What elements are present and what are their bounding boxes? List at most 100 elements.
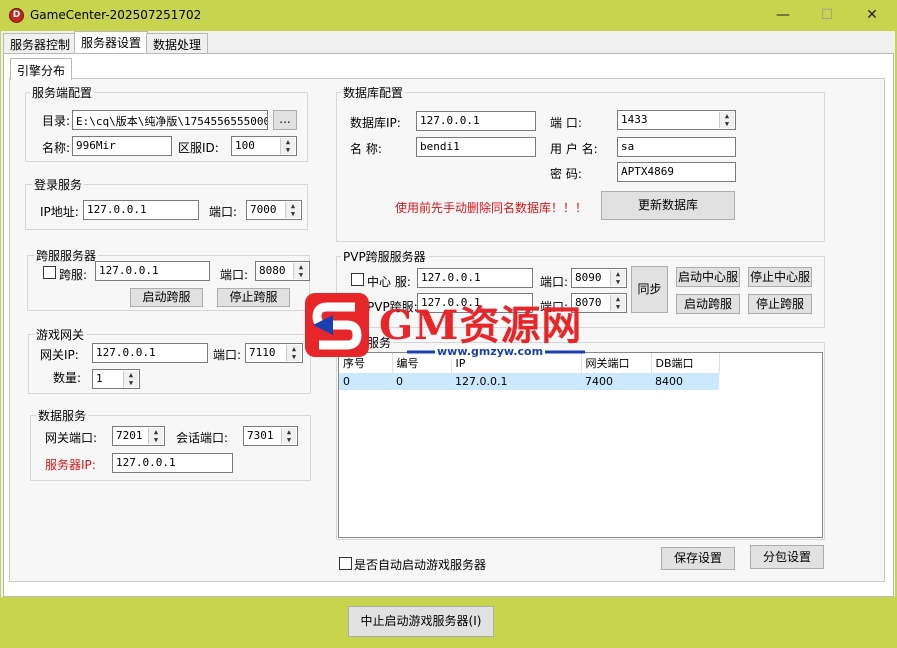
spin-arrows-icon[interactable]: ▲ ▼ [719,112,734,128]
cross-checkbox[interactable] [43,266,56,279]
table-row[interactable]: 0 0 127.0.0.1 7400 8400 [339,373,719,390]
auto-start-label: 是否自动启动游戏服务器 [354,558,487,572]
cross-check-label: 跨服: [59,268,88,282]
server-ip-input[interactable]: 127.0.0.1 [112,453,233,473]
subtab-engine-distribution[interactable]: 引擎分布 [10,58,73,80]
login-title: 登录服务 [32,176,85,193]
cross-port-value: 8080 [259,264,286,277]
dir-label: 目录: [42,114,71,128]
cross-port-stepper[interactable]: 8080 ▲ ▼ [255,261,310,281]
db-port-label: 端 口: [550,116,582,130]
login-ip-input[interactable]: 127.0.0.1 [83,200,199,220]
spin-arrows-icon[interactable]: ▲ ▼ [293,263,308,279]
dir-input[interactable]: E:\cq\版本\纯净版\1754556555000_ [72,110,268,130]
zone-stepper[interactable]: 100 ▲ ▼ [231,136,297,156]
table-cell: 8400 [651,373,719,390]
db-port-stepper[interactable]: 1433 ▲ ▼ [617,110,736,130]
gateway-count-stepper[interactable]: 1 ▲ ▼ [92,369,140,389]
table-cell: 127.0.0.1 [451,373,581,390]
server-ip-label: 服务器IP: [45,458,96,472]
db-name-label: 名 称: [350,142,382,156]
save-settings-button[interactable]: 保存设置 [661,547,735,570]
update-database-button[interactable]: 更新数据库 [601,191,735,220]
db-user-label: 用 户 名: [550,142,598,156]
zone-value: 100 [235,139,255,152]
watermark-text: GM资源网 [379,302,583,349]
stop-pvp-cross-button[interactable]: 停止跨服 [748,294,812,314]
db-pwd-input[interactable]: APTX4869 [617,162,736,182]
minimize-icon[interactable]: — [768,4,798,26]
auto-start-checkbox[interactable] [339,557,352,570]
name-input[interactable]: 996Mir [72,136,172,156]
gateway-port-label: 端口: [213,348,242,362]
center-port-value: 8090 [575,271,602,284]
start-cross-button[interactable]: 启动跨服 [130,288,203,307]
pvp-title: PVP跨服服务器 [341,248,428,265]
engine-list[interactable]: 序号 编号 IP 网关端口 DB端口 0 0 127.0.0.1 7400 84… [338,352,823,538]
spin-arrows-icon[interactable]: ▲ ▼ [148,428,163,444]
zone-label: 区服ID: [178,141,219,155]
split-settings-button[interactable]: 分包设置 [750,545,824,569]
start-pvp-cross-button[interactable]: 启动跨服 [676,294,740,314]
tab-server-control[interactable]: 服务器控制 [3,33,78,53]
center-ip-input[interactable]: 127.0.0.1 [417,268,533,288]
gateway-port-value: 7110 [249,346,276,359]
db-user-input[interactable]: sa [617,137,736,157]
app-icon: D [9,8,24,23]
browse-button[interactable]: ... [273,110,297,130]
gateway-port-stepper[interactable]: 7110 ▲ ▼ [245,343,303,363]
spin-arrows-icon[interactable]: ▲ ▼ [123,371,138,387]
cross-port-label: 端口: [220,268,249,282]
login-port-stepper[interactable]: 7000 ▲ ▼ [246,200,302,220]
cross-ip-input[interactable]: 127.0.0.1 [95,261,210,281]
window-title: GameCenter-202507251702 [30,8,202,22]
tab-data-processing[interactable]: 数据处理 [146,33,209,53]
db-warning: 使用前先手动删除同名数据库！！！ [395,201,588,215]
spin-arrows-icon[interactable]: ▲ ▼ [286,345,301,361]
watermark-url: www.gmzyw.com [435,345,546,358]
stop-game-server-button[interactable]: 中止启动游戏服务器(I) [348,606,494,637]
gateway-count-value: 1 [96,372,103,385]
stop-cross-button[interactable]: 停止跨服 [217,288,290,307]
stop-center-button[interactable]: 停止中心服 [748,267,812,287]
spin-arrows-icon[interactable]: ▲ ▼ [281,428,296,444]
start-center-button[interactable]: 启动中心服 [676,267,740,287]
login-port-value: 7000 [250,203,277,216]
center-port-label: 端口: [540,275,569,289]
gw-port-value: 7201 [116,429,143,442]
gateway-title: 游戏网关 [34,326,87,343]
center-label: 中心 服: [367,275,411,289]
database-title: 数据库配置 [341,84,406,101]
gateway-ip-label: 网关IP: [40,348,79,362]
data-service-title: 数据服务 [36,407,89,424]
login-port-label: 端口: [209,205,238,219]
db-port-value: 1433 [621,113,648,126]
server-config-title: 服务端配置 [30,84,95,101]
session-port-value: 7301 [247,429,274,442]
center-port-stepper[interactable]: 8090 ▲ ▼ [571,268,627,288]
maximize-icon[interactable]: ☐ [812,4,842,26]
gw-port-stepper[interactable]: 7201 ▲ ▼ [112,426,165,446]
name-label: 名称: [42,141,71,155]
col-header[interactable]: DB端口 [651,353,720,373]
login-ip-label: IP地址: [40,205,79,219]
cross-title: 跨服服务器 [34,247,99,264]
tab-server-settings[interactable]: 服务器设置 [74,31,149,54]
center-checkbox[interactable] [351,273,364,286]
spin-arrows-icon[interactable]: ▲ ▼ [610,270,625,286]
table-cell: 0 [392,373,451,390]
db-ip-label: 数据库IP: [350,116,401,130]
spin-arrows-icon[interactable]: ▲ ▼ [280,138,295,154]
table-cell: 0 [339,373,392,390]
gw-port-label: 网关端口: [45,431,98,445]
db-pwd-label: 密 码: [550,167,582,181]
session-port-stepper[interactable]: 7301 ▲ ▼ [243,426,298,446]
sync-button[interactable]: 同步 [631,266,668,313]
db-ip-input[interactable]: 127.0.0.1 [416,111,536,131]
close-icon[interactable]: ✕ [857,4,887,26]
gateway-ip-input[interactable]: 127.0.0.1 [92,343,208,363]
gateway-count-label: 数量: [53,371,82,385]
db-name-input[interactable]: bendi1 [416,137,536,157]
spin-arrows-icon[interactable]: ▲ ▼ [285,202,300,218]
table-cell: 7400 [581,373,651,390]
